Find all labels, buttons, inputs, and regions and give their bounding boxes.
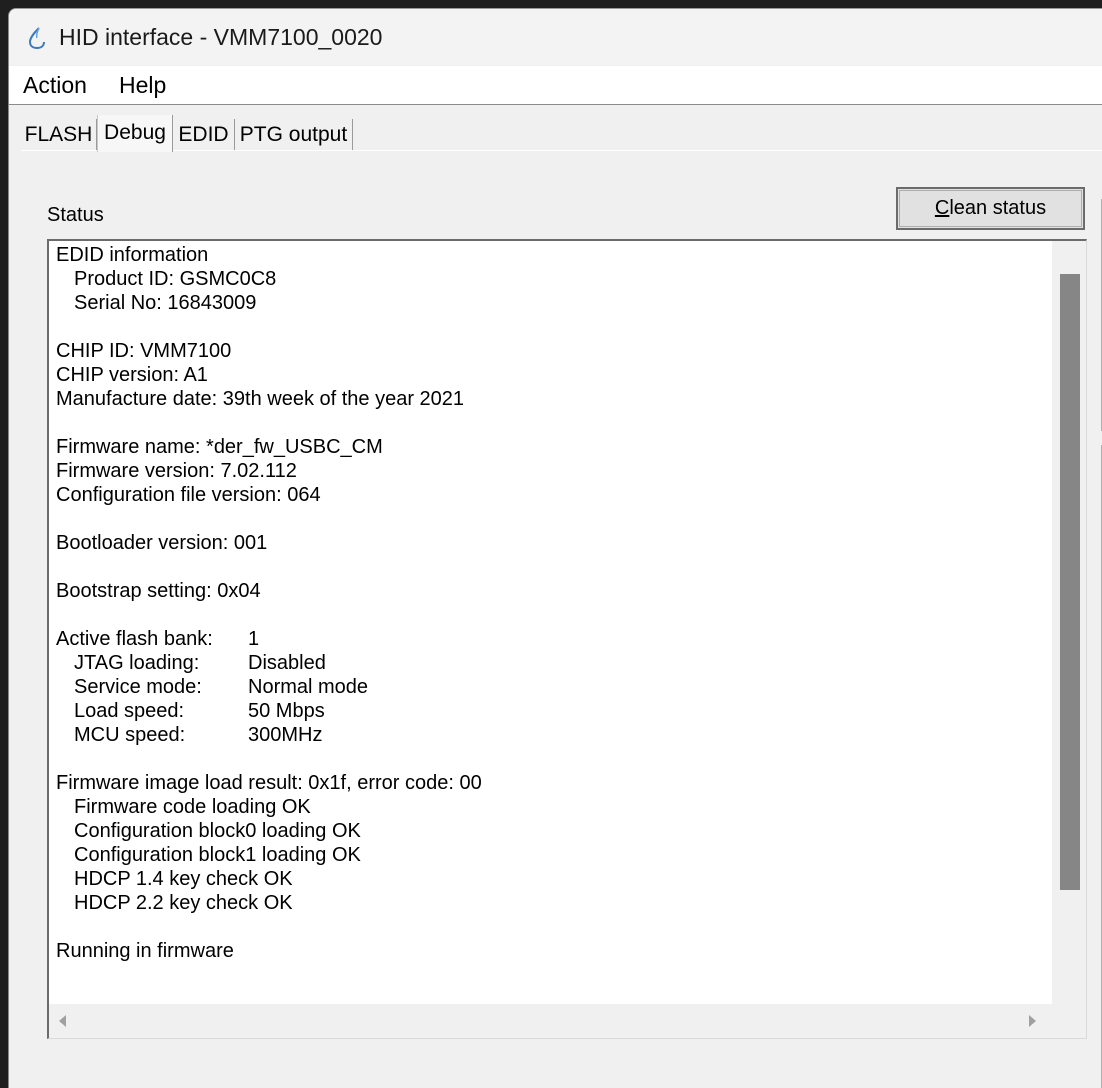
status-line: Serial No: 16843009 [74, 292, 257, 314]
status-key: JTAG loading: [74, 652, 200, 674]
status-line [56, 603, 482, 627]
tab-edid[interactable]: EDID [173, 119, 235, 150]
scroll-right-arrow-icon[interactable] [1029, 1015, 1036, 1027]
clean-status-button[interactable]: Clean status [896, 187, 1085, 230]
tab-flash[interactable]: FLASH [21, 119, 97, 150]
status-line: Firmware name: *der_fw_USBC_CM [56, 436, 383, 458]
status-key: Load speed: [74, 700, 185, 722]
status-line: Product ID: GSMC0C8 [74, 268, 277, 290]
status-line: Firmware image load result: 0x1f, error … [56, 772, 482, 794]
status-line: HDCP 2.2 key check OK [74, 892, 293, 914]
status-line: JTAG loading: Disabled [56, 651, 482, 675]
status-line: Service mode: Normal mode [56, 675, 482, 699]
scroll-left-arrow-icon[interactable] [59, 1015, 66, 1027]
status-line: CHIP ID: VMM7100 [56, 340, 232, 362]
status-line: HDCP 1.4 key check OK [74, 868, 293, 890]
tab-ptg-output[interactable]: PTG output [235, 119, 353, 150]
clean-status-mnemonic: C [934, 197, 950, 219]
status-line [56, 747, 482, 771]
window-title: HID interface - VMM7100_0020 [59, 24, 383, 50]
status-line: Bootloader version: 001 [56, 532, 268, 554]
status-line: Configuration block1 loading OK [74, 844, 361, 866]
status-key: MCU speed: [74, 724, 186, 746]
status-line: MCU speed: 300MHz [56, 723, 482, 747]
clean-status-label: lean status [949, 197, 1047, 219]
status-value: 300MHz [248, 724, 323, 746]
status-value: 50 Mbps [248, 700, 325, 722]
status-line: Load speed: 50 Mbps [56, 699, 482, 723]
status-line: CHIP version: A1 [56, 364, 208, 386]
status-line: Firmware version: 7.02.112 [56, 460, 297, 482]
status-text: EDID information Product ID: GSMC0C8 Seria… [56, 243, 482, 963]
vertical-scroll-thumb[interactable] [1060, 274, 1080, 890]
status-key: Active flash bank: [56, 628, 213, 650]
status-label: Status [47, 204, 104, 226]
status-line [56, 507, 482, 531]
status-line: Manufacture date: 39th week of the year … [56, 388, 465, 410]
status-textbox[interactable]: EDID information Product ID: GSMC0C8 Seria… [47, 239, 1087, 1039]
status-value: Normal mode [248, 676, 369, 698]
status-line: Configuration block0 loading OK [74, 820, 361, 842]
vertical-scrollbar[interactable] [1052, 241, 1086, 1004]
status-line [56, 411, 482, 435]
status-line [56, 315, 482, 339]
status-line: Configuration file version: 064 [56, 484, 321, 506]
status-key: Service mode: [74, 676, 202, 698]
status-line [56, 555, 482, 579]
status-line: Firmware code loading OK [74, 796, 311, 818]
status-line: Active flash bank: 1 [56, 627, 482, 651]
water-drop-icon [28, 27, 45, 50]
horizontal-scrollbar[interactable] [49, 1004, 1086, 1038]
status-line [56, 915, 482, 939]
status-line: Bootstrap setting: 0x04 [56, 580, 261, 602]
status-value: Disabled [248, 652, 326, 674]
menu-bar: Action Help [9, 66, 1102, 105]
menu-action[interactable]: Action [23, 72, 87, 99]
status-line: Running in firmware [56, 940, 234, 962]
status-line: EDID information [56, 244, 209, 266]
title-bar[interactable]: HID interface - VMM7100_0020 [9, 9, 1102, 65]
status-value: 1 [248, 628, 260, 650]
tab-debug[interactable]: Debug [97, 115, 173, 152]
menu-help[interactable]: Help [119, 72, 166, 99]
app-window: HID interface - VMM7100_0020 Action Help… [8, 8, 1102, 1088]
